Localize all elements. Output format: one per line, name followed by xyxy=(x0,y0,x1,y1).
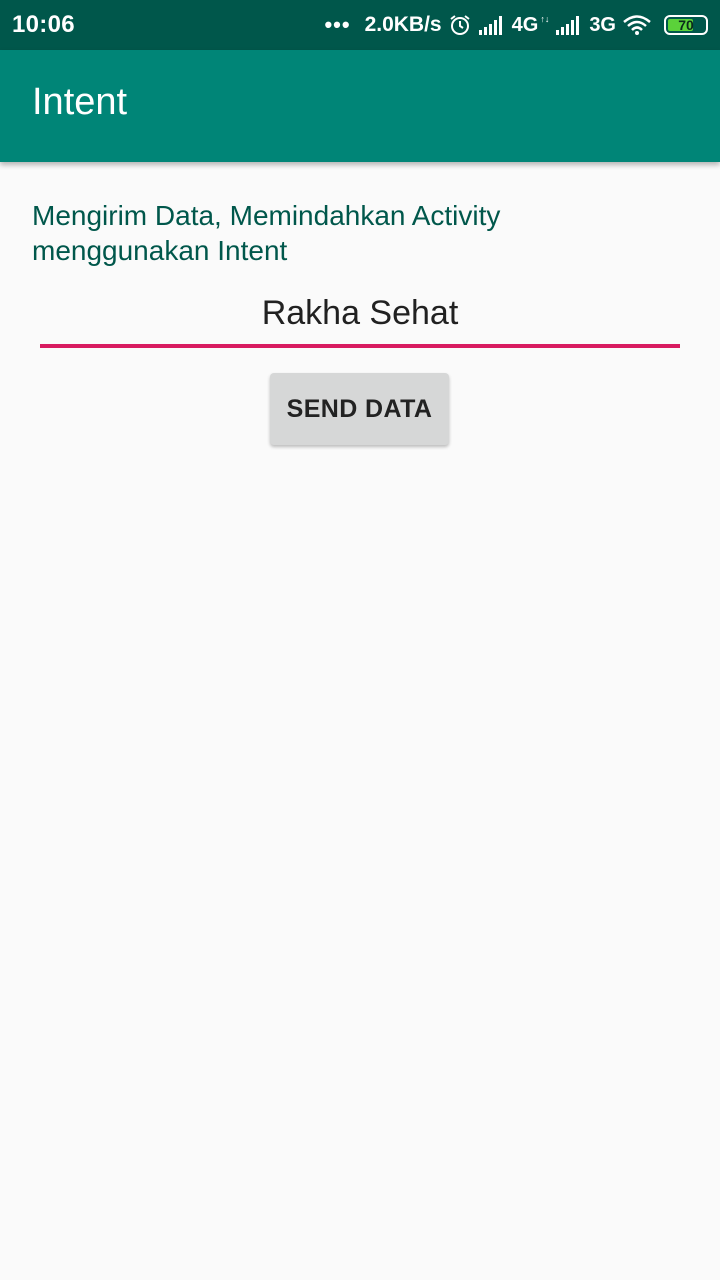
send-data-button[interactable]: SEND DATA xyxy=(270,373,449,445)
description-text: Mengirim Data, Memindahkan Activity meng… xyxy=(32,200,501,266)
alarm-icon xyxy=(448,13,472,37)
input-underline xyxy=(40,344,680,348)
battery-percentage: 70 xyxy=(678,17,694,33)
signal-icon xyxy=(555,14,583,36)
network-type-2: 3G xyxy=(589,13,616,36)
notification-dots: ••• xyxy=(324,12,351,37)
status-time: 10:06 xyxy=(12,11,75,38)
name-input[interactable]: Rakha Sehat xyxy=(40,288,680,348)
wifi-icon xyxy=(622,14,652,36)
network-type-1: 4G xyxy=(511,13,539,36)
name-input-value[interactable]: Rakha Sehat xyxy=(40,294,680,333)
battery-icon: 70 xyxy=(664,15,708,35)
signal-icon xyxy=(478,14,506,36)
status-icons: ••• 2.0KB/s 4G ↑↓ 3G 70 xyxy=(324,12,708,38)
status-bar: 10:06 ••• 2.0KB/s 4G ↑↓ 3G 70 xyxy=(0,0,720,50)
data-activity-indicator: ↑↓ xyxy=(540,14,550,24)
network-speed: 2.0KB/s xyxy=(364,13,442,36)
app-bar: Intent xyxy=(0,50,720,162)
page-title: Intent xyxy=(32,80,128,123)
